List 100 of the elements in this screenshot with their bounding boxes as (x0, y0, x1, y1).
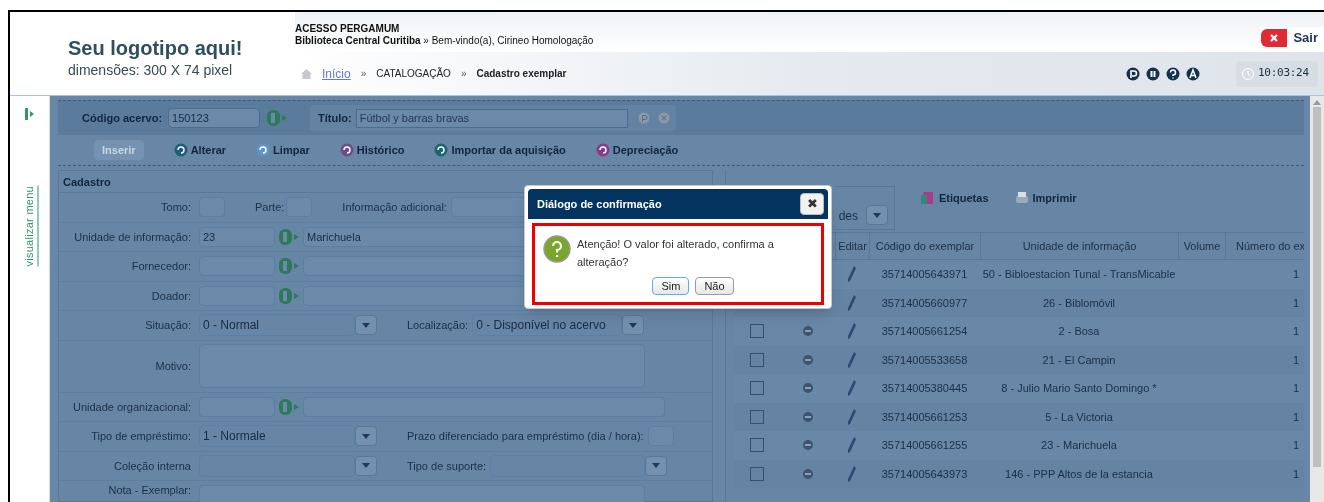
pencil-icon (848, 323, 856, 340)
select-field[interactable]: 0 - Normal (199, 314, 355, 337)
table-cell-text: 1 (1291, 324, 1300, 339)
sidebar-toggle-icon (24, 108, 35, 120)
field-label: Prazo diferenciado para empréstimo (dia / hora): (407, 429, 644, 444)
dropdown-button[interactable] (355, 315, 377, 336)
minus-circle-icon (802, 354, 813, 365)
table-cell-text: 35714005661254 (880, 324, 969, 339)
row-checkbox[interactable] (750, 466, 764, 481)
field-label: Tipo de suporte: (407, 458, 487, 474)
pencil-icon (848, 380, 856, 397)
circle-p-icon (1126, 66, 1140, 81)
caret-icon (362, 433, 370, 439)
circle-arrow-icon (434, 143, 449, 157)
circle-arrow-icon (173, 143, 188, 157)
table-cell-text: 35714005661253 (880, 409, 969, 425)
column-header: Código do exemplar (869, 233, 980, 259)
field-label: Nota - Exemplar: (107, 483, 191, 498)
row-checkbox[interactable] (750, 438, 764, 453)
pencil-icon (848, 351, 856, 368)
pencil-icon (848, 266, 856, 283)
scrollbar[interactable] (1310, 96, 1324, 502)
home-icon (301, 68, 312, 79)
logo-title: Seu logotipo aqui! (68, 36, 244, 60)
dialog-button[interactable]: Sim (652, 277, 690, 295)
close-button[interactable]: ✖ (800, 193, 824, 215)
title-field[interactable]: Fútbol y barras bravas (355, 108, 628, 128)
select-field[interactable]: 0 - Disponível no acervo (472, 314, 623, 337)
field-label: Título: (318, 110, 352, 126)
select-field[interactable] (199, 454, 355, 477)
circle-a-icon (1186, 66, 1200, 81)
field-label: Unidade de informação: (73, 229, 191, 245)
row-checkbox[interactable] (750, 409, 764, 424)
toolbar-button[interactable]: Limpar (256, 141, 310, 159)
field-label: Doador: (150, 288, 191, 304)
row-checkbox[interactable] (750, 352, 764, 367)
toolbar-button[interactable]: Imprimir (1014, 190, 1077, 207)
select-field[interactable]: des (834, 207, 858, 225)
table-cell-text: 2 - Bosa (1057, 324, 1101, 339)
table-cell-text: 5 - La Victoria (1044, 409, 1114, 425)
exit-button[interactable]: Sair (1261, 27, 1324, 49)
question-icon (543, 235, 571, 263)
field-label: Motivo: (154, 358, 191, 374)
table-cell-text: 26 - Biblomóvil (1041, 295, 1117, 311)
input-field[interactable]: 23 (199, 226, 275, 247)
pencil-icon (848, 294, 856, 311)
pencil-icon (848, 465, 856, 482)
toolbar-button[interactable]: Importar da aquisição (434, 141, 566, 159)
row-checkbox[interactable] (750, 381, 764, 396)
field-label: Fornecedor: (130, 259, 191, 274)
circle-question-icon (1166, 66, 1180, 81)
scroll-up-icon (1313, 100, 1321, 105)
caret-icon (362, 322, 370, 328)
pencil-icon (848, 408, 856, 425)
dropdown-button[interactable] (355, 455, 377, 476)
lookup-icon (278, 227, 300, 246)
sidebar-toggle-link[interactable]: visualizar menu (20, 186, 39, 267)
row-checkbox[interactable] (750, 324, 764, 339)
dropdown-button[interactable] (866, 205, 888, 225)
select-field[interactable]: 1 - Normale (199, 425, 355, 448)
code-field[interactable]: 150123 (168, 108, 261, 128)
circle-p-icon (637, 112, 650, 124)
breadcrumb-item: Cadastro exemplar (476, 67, 567, 81)
minus-circle-icon (802, 326, 813, 337)
logo-subtitle: dimensões: 300 X 74 pixel (68, 61, 234, 80)
table-cell-text: 35714005533658 (880, 352, 969, 368)
dropdown-button[interactable] (622, 315, 645, 336)
table-cell-text: 21 - El Campin (1041, 352, 1117, 368)
table-cell-text: 23 - Marichuela (1040, 438, 1118, 453)
field-label: Parte: (255, 200, 285, 215)
minus-circle-icon (802, 411, 813, 422)
table-cell-text: 35714005380445 (880, 381, 969, 396)
minus-circle-icon (802, 468, 813, 479)
dropdown-button[interactable] (355, 426, 377, 447)
field-label: Tomo: (160, 200, 191, 215)
dialog-title: Diálogo de confirmação (537, 196, 662, 212)
table-cell-text: 8 - Julio Mario Santo Domingo * (1000, 381, 1158, 396)
lookup-icon (278, 397, 300, 416)
column-header: Editar (835, 233, 869, 259)
lookup-icon (266, 109, 289, 127)
toolbar-button[interactable]: Etiquetas (921, 190, 989, 207)
select-field[interactable] (490, 454, 646, 477)
table-cell-text: 1 (1291, 466, 1300, 482)
circle-pause-icon (1146, 66, 1160, 81)
toolbar-button[interactable]: Depreciação (595, 141, 679, 159)
dialog-button[interactable]: Não (695, 277, 734, 295)
dropdown-button[interactable] (645, 455, 668, 476)
toolbar-button[interactable]: Alterar (173, 141, 227, 159)
clock-text: 10:03:24 (1258, 65, 1309, 82)
caret-icon (873, 212, 881, 218)
toolbar-button[interactable]: Histórico (339, 141, 405, 159)
table-cell-text: 1 (1291, 267, 1300, 282)
welcome-text: Biblioteca Central Curitiba » Bem-vindo(a), Cirineo Homologação (295, 35, 594, 47)
field-label: Situação: (144, 318, 191, 333)
circle-x-icon (657, 112, 670, 124)
column-header: Unidade de informação (980, 233, 1178, 259)
field-label: Informação adicional: (342, 200, 447, 215)
breadcrumb-item: CATALOGAÇÃO (376, 66, 451, 81)
caret-icon (629, 322, 638, 328)
breadcrumb-link[interactable]: Início (322, 64, 351, 83)
